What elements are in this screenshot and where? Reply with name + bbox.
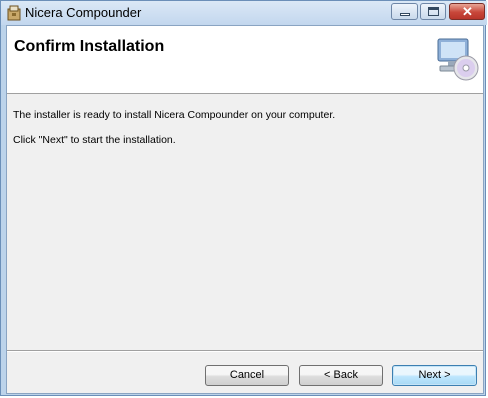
footer-separator bbox=[7, 350, 483, 352]
window-title: Nicera Compounder bbox=[25, 5, 142, 20]
maximize-icon bbox=[428, 7, 439, 16]
close-icon: ✕ bbox=[462, 4, 473, 19]
ready-message: The installer is ready to install Nicera… bbox=[13, 109, 336, 121]
instruction-message: Click "Next" to start the installation. bbox=[13, 134, 176, 146]
minimize-icon bbox=[400, 13, 410, 16]
wizard-header: Confirm Installation bbox=[7, 26, 483, 94]
back-button[interactable]: < Back bbox=[299, 365, 383, 386]
close-button[interactable]: ✕ bbox=[449, 3, 485, 20]
minimize-button[interactable] bbox=[391, 3, 418, 20]
cancel-button[interactable]: Cancel bbox=[205, 365, 289, 386]
maximize-button[interactable] bbox=[420, 3, 446, 20]
installer-window: Nicera Compounder ✕ Confirm Installation… bbox=[0, 0, 487, 396]
installer-app-icon bbox=[7, 5, 21, 21]
dialog-client-area: Confirm Installation The installer is re… bbox=[6, 25, 484, 394]
title-bar[interactable]: Nicera Compounder ✕ bbox=[1, 1, 487, 25]
computer-cd-icon bbox=[437, 38, 479, 81]
next-button[interactable]: Next > bbox=[392, 365, 477, 386]
page-title: Confirm Installation bbox=[14, 38, 165, 55]
